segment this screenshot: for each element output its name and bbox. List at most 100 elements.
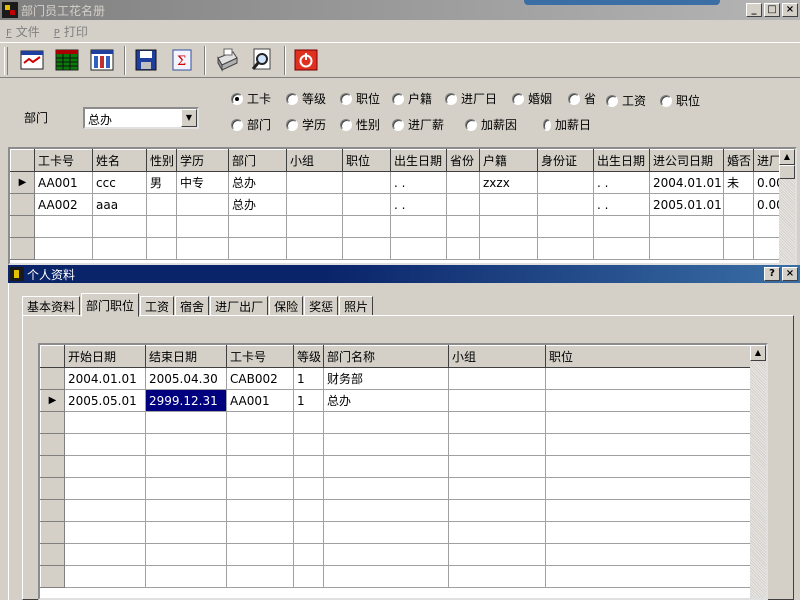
table-cell[interactable]: 男 bbox=[146, 171, 177, 194]
table-row[interactable] bbox=[40, 433, 751, 456]
table-cell[interactable] bbox=[146, 193, 177, 216]
tab-dept-position[interactable]: 部门职位 bbox=[81, 293, 140, 317]
col-header[interactable]: 出生日期 bbox=[593, 149, 650, 172]
table-row[interactable] bbox=[40, 543, 751, 566]
table-cell[interactable] bbox=[537, 193, 594, 216]
close-button[interactable]: × bbox=[782, 3, 798, 17]
help-button[interactable]: ? bbox=[764, 267, 780, 281]
table-cell[interactable] bbox=[286, 193, 343, 216]
employee-grid-scrollbar[interactable]: ▲ bbox=[779, 149, 795, 263]
radio-sort-education[interactable]: 学历 bbox=[286, 116, 326, 133]
table-cell[interactable]: 财务部 bbox=[323, 367, 449, 390]
radio-sort-dept[interactable]: 部门 bbox=[231, 116, 271, 133]
table-cell[interactable]: 2005.05.01 bbox=[64, 389, 146, 412]
table-cell[interactable] bbox=[342, 193, 391, 216]
scroll-thumb[interactable] bbox=[779, 165, 795, 179]
col-header[interactable]: 婚否 bbox=[723, 149, 754, 172]
table-cell[interactable]: . . bbox=[390, 171, 447, 194]
scroll-up-icon[interactable]: ▲ bbox=[779, 149, 795, 165]
col-header[interactable]: 部门名称 bbox=[323, 345, 449, 368]
radio-sort-raise-reason[interactable]: 加薪因 bbox=[465, 116, 517, 133]
radio-sort-household[interactable]: 户籍 bbox=[392, 90, 432, 107]
col-header[interactable]: 学历 bbox=[176, 149, 229, 172]
table-cell[interactable] bbox=[723, 193, 754, 216]
table-cell[interactable]: 总办 bbox=[323, 389, 449, 412]
report-button[interactable] bbox=[18, 47, 46, 73]
table-cell[interactable]: 总办 bbox=[228, 193, 287, 216]
table-cell[interactable] bbox=[448, 367, 546, 390]
radio-sort-gender[interactable]: 性别 bbox=[340, 116, 380, 133]
selected-cell[interactable]: 2999.12.31 bbox=[145, 389, 227, 412]
columns-button[interactable] bbox=[88, 47, 116, 73]
col-header[interactable]: 进公司日期 bbox=[649, 149, 724, 172]
tab-salary[interactable]: 工资 bbox=[140, 296, 175, 316]
col-header[interactable]: 开始日期 bbox=[64, 345, 146, 368]
table-cell[interactable]: 1 bbox=[293, 389, 324, 412]
tab-rewards-penalties[interactable]: 奖惩 bbox=[304, 296, 339, 316]
radio-sort-join-salary[interactable]: 进厂薪 bbox=[392, 116, 444, 133]
col-header[interactable]: 省份 bbox=[446, 149, 480, 172]
employee-grid[interactable]: 工卡号 姓名 性别 学历 部门 小组 职位 出生日期 省份 户籍 身份证 出生日… bbox=[8, 147, 797, 265]
table-row[interactable]: AA002 aaa 总办 . . . . 2005.01.01 0.00 bbox=[10, 193, 785, 216]
table-cell[interactable] bbox=[545, 367, 751, 390]
table-cell[interactable] bbox=[446, 171, 480, 194]
col-header[interactable]: 身份证 bbox=[537, 149, 594, 172]
col-header[interactable]: 性别 bbox=[146, 149, 177, 172]
table-row[interactable] bbox=[40, 521, 751, 544]
table-row[interactable] bbox=[40, 565, 751, 588]
table-cell[interactable]: . . bbox=[390, 193, 447, 216]
table-row[interactable] bbox=[40, 499, 751, 522]
table-cell[interactable]: AA002 bbox=[34, 193, 93, 216]
col-header[interactable]: 工卡号 bbox=[226, 345, 294, 368]
exit-button[interactable] bbox=[292, 47, 320, 73]
position-grid[interactable]: 开始日期 结束日期 工卡号 等级 部门名称 小组 职位 2004.01.01 2… bbox=[38, 343, 768, 600]
grid-button[interactable] bbox=[53, 47, 81, 73]
table-row[interactable] bbox=[10, 215, 785, 238]
table-cell[interactable]: 2004.01.01 bbox=[64, 367, 146, 390]
table-row[interactable] bbox=[40, 455, 751, 478]
preview-button[interactable] bbox=[248, 47, 276, 73]
tab-dorm[interactable]: 宿舍 bbox=[175, 296, 210, 316]
table-row[interactable] bbox=[40, 477, 751, 500]
col-header[interactable]: 职位 bbox=[342, 149, 391, 172]
menu-file[interactable]: F 文件 bbox=[6, 23, 40, 40]
col-header[interactable]: 姓名 bbox=[92, 149, 147, 172]
table-row[interactable] bbox=[40, 411, 751, 434]
radio-sort-badge[interactable]: 工卡 bbox=[231, 90, 271, 107]
tab-photo[interactable]: 照片 bbox=[339, 296, 374, 316]
table-row[interactable]: 2004.01.01 2005.04.30 CAB002 1 财务部 bbox=[40, 367, 751, 390]
col-header[interactable]: 职位 bbox=[545, 345, 751, 368]
table-cell[interactable] bbox=[537, 171, 594, 194]
table-cell[interactable]: 2005.04.30 bbox=[145, 367, 227, 390]
col-header[interactable]: 结束日期 bbox=[145, 345, 227, 368]
col-header[interactable]: 部门 bbox=[228, 149, 287, 172]
toolbar-grip[interactable] bbox=[4, 47, 8, 75]
radio-sort-province[interactable]: 省 bbox=[568, 90, 596, 107]
table-cell[interactable]: zxzx bbox=[479, 171, 538, 194]
table-cell[interactable] bbox=[448, 389, 546, 412]
table-cell[interactable] bbox=[176, 193, 229, 216]
table-cell[interactable]: 总办 bbox=[228, 171, 287, 194]
table-cell[interactable] bbox=[545, 389, 751, 412]
table-cell[interactable] bbox=[286, 171, 343, 194]
col-header[interactable]: 出生日期 bbox=[390, 149, 447, 172]
table-cell[interactable]: . . bbox=[593, 193, 650, 216]
table-row[interactable]: ▶ 2005.05.01 2999.12.31 AA001 1 总办 bbox=[40, 389, 751, 412]
save-button[interactable] bbox=[132, 47, 160, 73]
col-header[interactable]: 小组 bbox=[448, 345, 546, 368]
radio-sort-join-date[interactable]: 进厂日 bbox=[445, 90, 497, 107]
position-grid-scrollbar[interactable]: ▲ bbox=[750, 345, 766, 598]
chevron-down-icon[interactable]: ▼ bbox=[181, 109, 197, 127]
table-row[interactable]: ▶ AA001 ccc 男 中专 总办 . . zxzx . . 2004.01… bbox=[10, 171, 785, 194]
dept-select[interactable]: 总办 ▼ bbox=[83, 107, 199, 129]
table-cell[interactable]: CAB002 bbox=[226, 367, 294, 390]
table-cell[interactable]: AA001 bbox=[226, 389, 294, 412]
col-header[interactable]: 户籍 bbox=[479, 149, 538, 172]
scroll-up-icon[interactable]: ▲ bbox=[750, 345, 766, 361]
table-cell[interactable]: . . bbox=[593, 171, 650, 194]
print-button[interactable] bbox=[212, 47, 240, 73]
radio-sort-raise-date[interactable]: 加薪日 bbox=[543, 116, 591, 133]
col-header[interactable]: 工卡号 bbox=[34, 149, 93, 172]
table-row[interactable] bbox=[10, 237, 785, 260]
table-cell[interactable]: AA001 bbox=[34, 171, 93, 194]
